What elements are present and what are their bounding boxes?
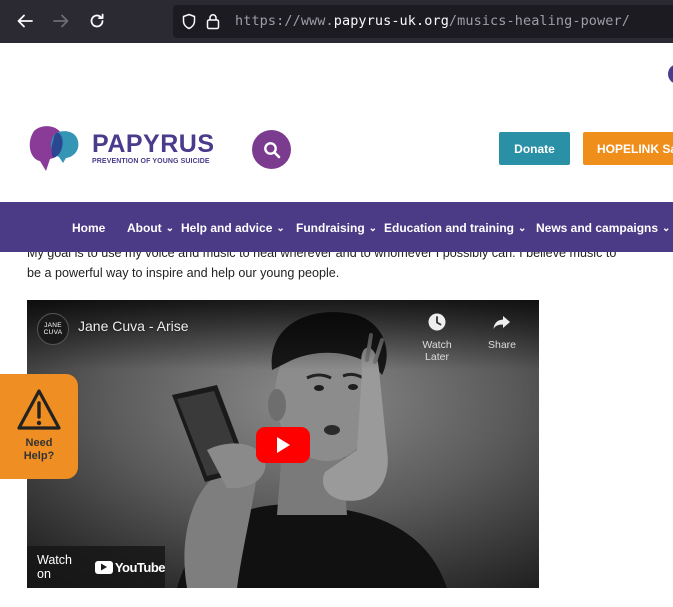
warning-icon [17,389,61,430]
play-icon [277,437,290,453]
chevron-down-icon: ⌄ [368,223,378,234]
chevron-down-icon: ⌄ [276,223,285,234]
lock-icon[interactable] [206,13,220,30]
url-text[interactable]: https://www.papyrus-uk.org/musics-healin… [235,13,630,29]
need-help-line-1: Need [25,437,53,449]
clock-icon [428,313,446,331]
need-help-tab[interactable]: Need Help? [0,374,78,479]
watch-later-button[interactable]: Watch Later [409,312,465,363]
watch-on-youtube-button[interactable]: Watch on YouTube [27,546,166,588]
nav-item-label: Education and training [384,221,515,235]
youtube-logo: YouTube [94,559,166,575]
reload-icon [90,13,104,28]
paragraph-line-2: be a powerful way to inspire and help ou… [27,266,340,280]
nav-item-news-and-campaigns[interactable]: News and campaigns ⌄ [536,221,670,235]
share-label: Share [487,339,517,351]
search-icon [263,141,280,158]
watch-later-label: Watch Later [422,339,452,363]
page-viewport: PAPYRUS PREVENTION OF YOUNG SUICIDE Dona… [0,43,673,607]
share-arrow-icon [493,316,510,329]
need-help-line-2: Help? [23,450,55,462]
nav-item-label: Fundraising [296,221,365,235]
need-help-text: Need Help? [0,437,78,463]
chevron-down-icon: ⌄ [662,223,671,234]
nav-item-fundraising[interactable]: Fundraising ⌄ [296,221,377,235]
search-button[interactable] [252,130,291,169]
nav-item-education-and-training[interactable]: Education and training ⌄ [384,221,526,235]
address-bar[interactable]: https://www.papyrus-uk.org/musics-healin… [173,5,673,38]
video-title[interactable]: Jane Cuva - Arise [78,318,189,334]
hopelink-button[interactable]: HOPELINK Sa [583,132,673,165]
play-button[interactable] [256,427,310,463]
speech-bubbles-logo-icon [29,126,79,171]
forward-button[interactable] [49,9,73,33]
share-button[interactable]: Share [474,312,530,351]
papyrus-logo[interactable]: PAPYRUS PREVENTION OF YOUNG SUICIDE [26,125,214,175]
reload-button[interactable] [85,9,109,33]
nav-item-label: Home [72,221,106,235]
nav-item-label: About [127,221,162,235]
donate-button[interactable]: Donate [499,132,570,165]
channel-avatar[interactable]: JANE CUVA [37,313,69,345]
forward-arrow-icon [53,14,69,28]
browser-toolbar: https://www.papyrus-uk.org/musics-healin… [0,0,673,43]
main-navigation: Home About ⌄ Help and advice ⌄ Fundraising… [0,202,673,252]
url-host: papyrus-uk.org [333,13,449,29]
youtube-play-icon [94,560,113,574]
chevron-down-icon: ⌄ [518,223,527,234]
accessibility-toggle[interactable] [668,64,673,84]
chevron-down-icon: ⌄ [165,223,175,234]
nav-item-label: Help and advice [181,221,273,235]
nav-item-label: News and campaigns [536,221,659,235]
nav-item-about[interactable]: About ⌄ [127,221,174,235]
back-button[interactable] [13,9,37,33]
nav-item-help-and-advice[interactable]: Help and advice ⌄ [181,221,285,235]
youtube-label: YouTube [114,559,166,575]
logo-name: PAPYRUS [92,130,215,158]
nav-item-home[interactable]: Home [72,221,105,235]
logo-tagline: PREVENTION OF YOUNG SUICIDE [92,158,210,165]
youtube-embed[interactable]: JANE CUVA Jane Cuva - Arise Watch Later … [27,300,539,588]
url-path: /musics-healing-power/ [448,13,630,29]
back-arrow-icon [17,14,33,28]
url-prefix: https://www. [235,13,334,29]
tracking-shield-icon[interactable] [181,13,197,30]
watch-on-label: Watch on [37,553,72,581]
